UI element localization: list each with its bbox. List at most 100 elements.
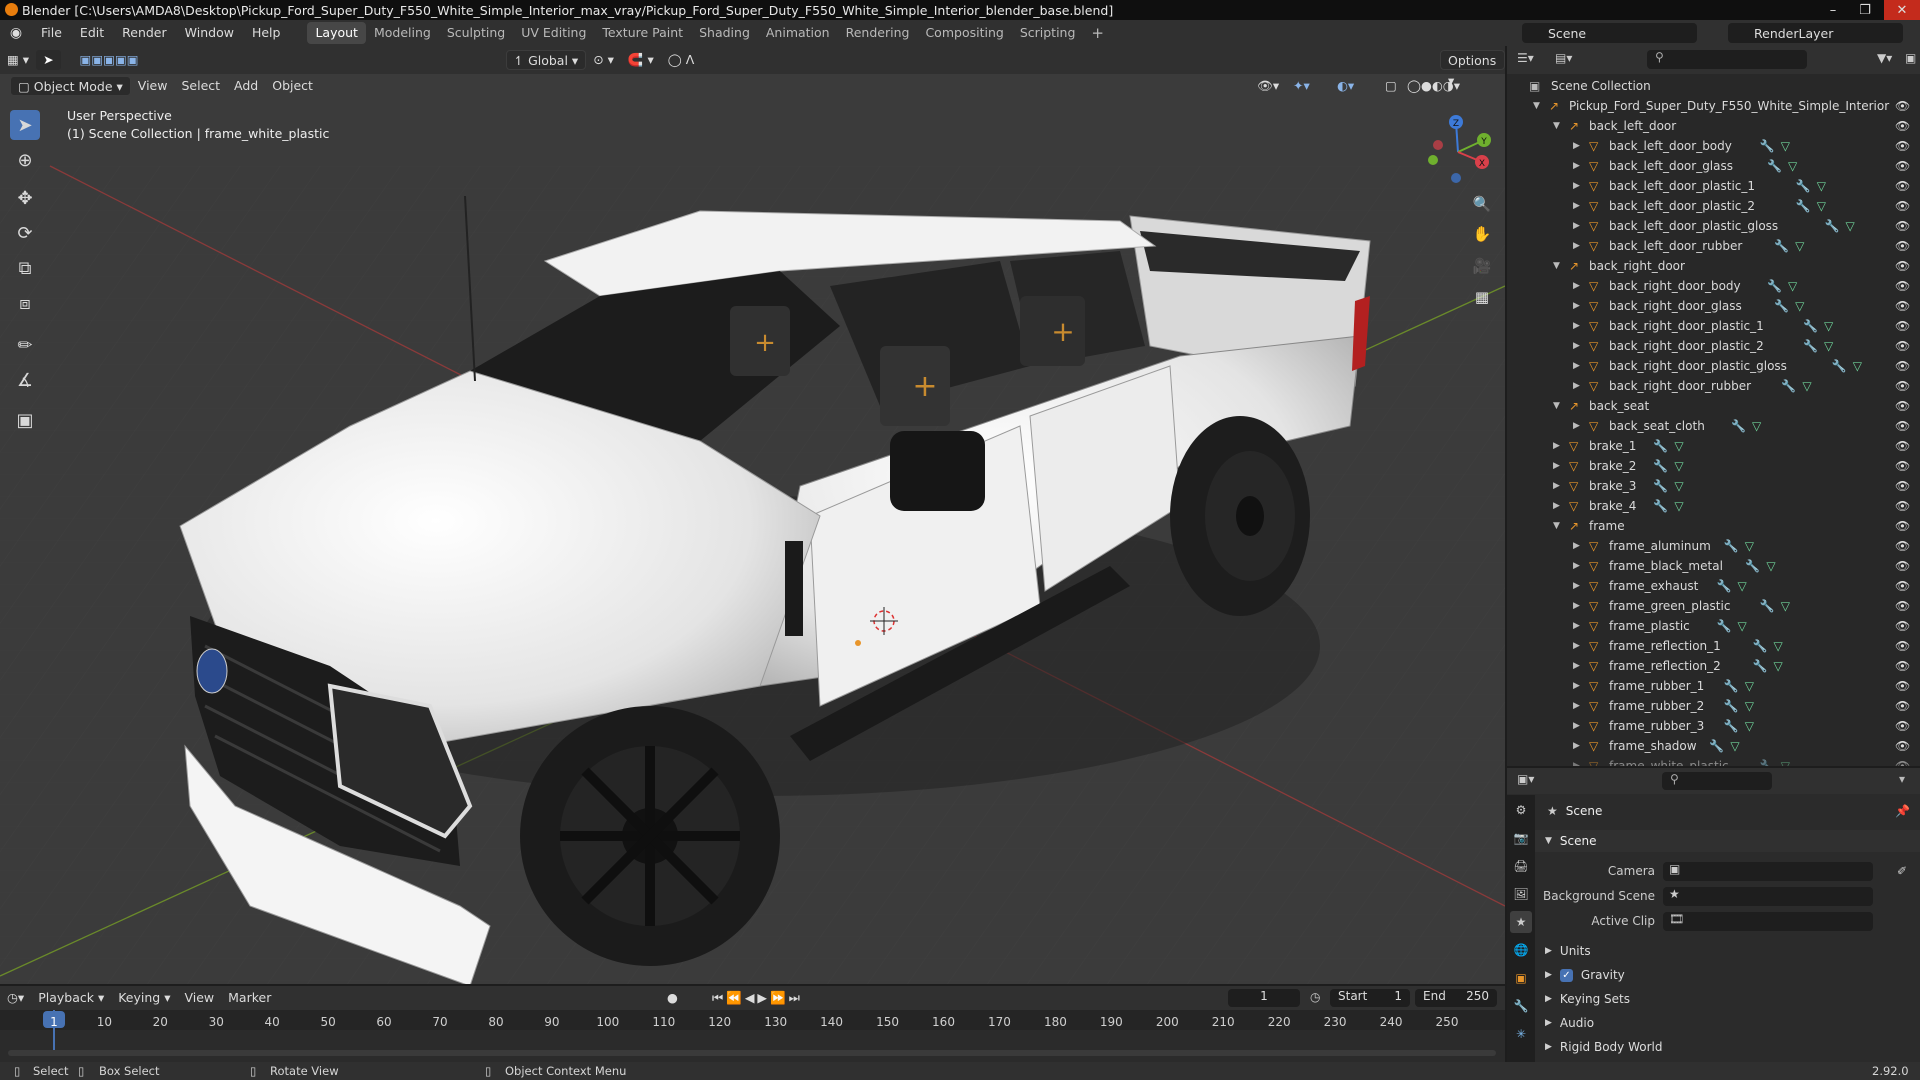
maximize-icon[interactable]: ❐ [1850,0,1880,20]
modifier-wrench-icon[interactable]: 🔧 [1796,179,1811,193]
visibility-eye-icon[interactable]: 👁 [1895,239,1910,253]
render-tab-icon[interactable]: 📷 [1510,827,1532,849]
mesh-data-icon[interactable]: ▽ [1824,339,1833,353]
modifier-and-data-icons[interactable]: 🔧 ▽ [1717,619,1747,633]
modifier-wrench-icon[interactable]: 🔧 [1760,139,1775,153]
timeline-menu-playback[interactable]: Playback ▾ [31,988,111,1008]
3d-viewport[interactable]: + + + [0,46,1505,984]
workspace-tab-sculpting[interactable]: Sculpting [439,22,513,44]
object-tab-icon[interactable]: ▣ [1510,967,1532,989]
visibility-eye-icon[interactable]: 👁 [1895,159,1910,173]
mesh-data-icon[interactable]: ▽ [1846,219,1855,233]
modifier-wrench-icon[interactable]: 🔧 [1825,219,1840,233]
collapse-arrow-icon[interactable]: ▼ [1553,401,1560,411]
viewport-menu-select[interactable]: Select [174,76,227,96]
modifier-wrench-icon[interactable]: 🔧 [1724,719,1739,733]
outliner-row[interactable]: ▶ ▽ frame_green_plastic 🔧 ▽ 👁 [1507,596,1920,616]
visibility-eye-icon[interactable]: 👁 [1895,219,1910,233]
navigation-gizmo[interactable]: Z Y X [1418,110,1498,190]
scale-tool-icon[interactable]: ⧉ [10,253,40,283]
expand-arrow-icon[interactable]: ▶ [1553,461,1560,471]
modifier-and-data-icons[interactable]: 🔧 ▽ [1753,659,1783,673]
camera-view-icon[interactable]: 🎥 [1468,252,1496,280]
modifier-and-data-icons[interactable]: 🔧 ▽ [1803,319,1833,333]
mesh-data-icon[interactable]: ▽ [1781,139,1790,153]
menu-help[interactable]: Help [243,22,290,44]
cursor-tool-icon[interactable]: ⊕ [10,145,40,175]
expand-arrow-icon[interactable]: ▶ [1573,221,1580,231]
mesh-data-icon[interactable]: ▽ [1788,279,1797,293]
visibility-eye-icon[interactable]: 👁 [1895,279,1910,293]
mesh-data-icon[interactable]: ▽ [1752,419,1761,433]
expand-arrow-icon[interactable]: ▶ [1573,361,1580,371]
mesh-data-icon[interactable]: ▽ [1745,539,1754,553]
particles-tab-icon[interactable]: ✳ [1510,1023,1532,1045]
expand-arrow-icon[interactable]: ▶ [1573,741,1580,751]
expand-arrow-icon[interactable]: ▶ [1573,381,1580,391]
outliner-row[interactable]: ▶ ▽ frame_reflection_2 🔧 ▽ 👁 [1507,656,1920,676]
tool-tab-icon[interactable]: ⚙ [1510,799,1532,821]
measure-tool-icon[interactable]: ∡ [10,365,40,395]
visibility-eye-icon[interactable]: 👁 [1895,439,1910,453]
modifier-wrench-icon[interactable]: 🔧 [1653,499,1668,513]
modifier-and-data-icons[interactable]: 🔧 ▽ [1781,379,1811,393]
move-tool-icon[interactable]: ✥ [10,183,40,213]
modifier-wrench-icon[interactable]: 🔧 [1709,739,1724,753]
properties-options-icon[interactable]: ▾ [1899,772,1905,786]
outliner-search-input[interactable]: ⚲ [1647,50,1807,69]
modifier-and-data-icons[interactable]: 🔧 ▽ [1760,759,1790,766]
workspace-tab-animation[interactable]: Animation [758,22,838,44]
mesh-data-icon[interactable]: ▽ [1745,699,1754,713]
visibility-eye-icon[interactable]: 👁 [1895,179,1910,193]
properties-subpanel[interactable]: ▶ Units [1535,940,1920,962]
modifier-and-data-icons[interactable]: 🔧 ▽ [1803,339,1833,353]
outliner-row[interactable]: ▶ ▽ frame_reflection_1 🔧 ▽ 👁 [1507,636,1920,656]
mesh-data-icon[interactable]: ▽ [1766,559,1775,573]
select-tool-icon[interactable]: ➤ [36,50,61,70]
mesh-data-icon[interactable]: ▽ [1745,679,1754,693]
outliner-row[interactable]: ▶ ▽ frame_plastic 🔧 ▽ 👁 [1507,616,1920,636]
mesh-data-icon[interactable]: ▽ [1788,159,1797,173]
options-dropdown[interactable]: Options ▾ [1440,50,1505,88]
properties-editor-icon[interactable]: ▣▾ [1517,772,1534,786]
modifier-wrench-icon[interactable]: 🔧 [1767,279,1782,293]
visibility-eye-icon[interactable]: 👁 [1895,679,1910,693]
modifier-wrench-icon[interactable]: 🔧 [1781,379,1796,393]
outliner-row[interactable]: ▼ ↗ back_right_door 👁 [1507,256,1920,276]
outliner-row[interactable]: ▶ ▽ back_right_door_body 🔧 ▽ 👁 [1507,276,1920,296]
mesh-data-icon[interactable]: ▽ [1738,619,1747,633]
outliner-row[interactable]: ▶ ▽ back_left_door_plastic_2 🔧 ▽ 👁 [1507,196,1920,216]
outliner-row[interactable]: ▶ ▽ brake_1 🔧 ▽ 👁 [1507,436,1920,456]
outliner-row[interactable]: ▶ ▽ back_right_door_plastic_1 🔧 ▽ 👁 [1507,316,1920,336]
blender-menu-icon[interactable]: ◉ [0,25,32,41]
visibility-icon[interactable]: 👁▾ [1250,76,1286,96]
expand-arrow-icon[interactable]: ▶ [1573,561,1580,571]
modifier-and-data-icons[interactable]: 🔧 ▽ [1653,479,1683,493]
outliner-row[interactable]: ▶ ▽ back_left_door_plastic_1 🔧 ▽ 👁 [1507,176,1920,196]
workspace-tab-modeling[interactable]: Modeling [366,22,439,44]
display-mode-icon[interactable]: ▤▾ [1555,51,1572,65]
expand-arrow-icon[interactable]: ▶ [1573,341,1580,351]
pan-hand-icon[interactable]: ✋ [1468,220,1496,248]
visibility-eye-icon[interactable]: 👁 [1895,359,1910,373]
mesh-data-icon[interactable]: ▽ [1674,459,1683,473]
outliner-row[interactable]: ▶ ▽ back_right_door_plastic_2 🔧 ▽ 👁 [1507,336,1920,356]
modifier-and-data-icons[interactable]: 🔧 ▽ [1753,639,1783,653]
modifier-wrench-icon[interactable]: 🔧 [1753,639,1768,653]
pivot-point-icon[interactable]: ⊙ ▾ [586,50,621,70]
camera-field[interactable]: ▣ [1663,861,1873,881]
mesh-data-icon[interactable]: ▽ [1738,579,1747,593]
visibility-eye-icon[interactable]: 👁 [1895,759,1910,766]
modifier-and-data-icons[interactable]: 🔧 ▽ [1774,299,1804,313]
modifier-and-data-icons[interactable]: 🔧 ▽ [1724,719,1754,733]
expand-arrow-icon[interactable]: ▶ [1573,721,1580,731]
modifier-wrench-icon[interactable]: 🔧 [1653,439,1668,453]
modifier-wrench-icon[interactable]: 🔧 [1653,459,1668,473]
outliner-row[interactable]: ▼ ↗ back_left_door 👁 [1507,116,1920,136]
visibility-eye-icon[interactable]: 👁 [1895,559,1910,573]
menu-render[interactable]: Render [113,22,176,44]
timeline-menu-marker[interactable]: Marker [221,988,278,1008]
outliner-row[interactable]: ▶ ▽ back_right_door_plastic_gloss 🔧 ▽ 👁 [1507,356,1920,376]
modifier-wrench-icon[interactable]: 🔧 [1774,299,1789,313]
modifier-wrench-icon[interactable]: 🔧 [1796,199,1811,213]
